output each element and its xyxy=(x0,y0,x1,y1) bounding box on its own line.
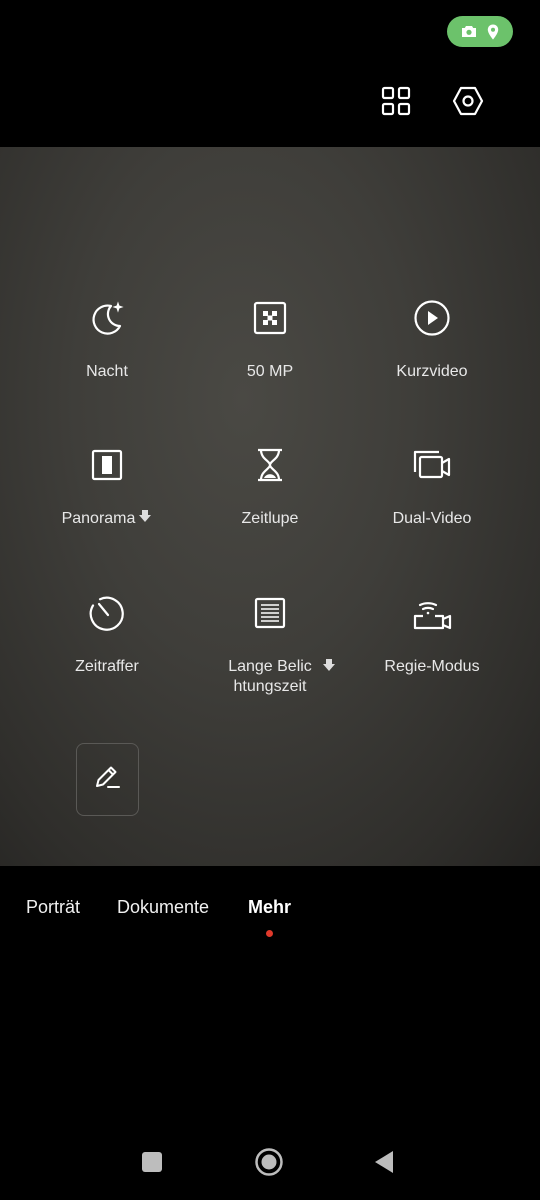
mode-director[interactable]: Regie-Modus xyxy=(342,591,522,677)
mode-label-line1: Lange Belic xyxy=(228,658,312,675)
director-mode-icon xyxy=(410,591,454,635)
pencil-icon xyxy=(93,762,123,797)
back-triangle-icon xyxy=(373,1149,395,1180)
camera-icon xyxy=(461,25,477,38)
grid-icon[interactable] xyxy=(376,81,416,121)
dual-video-icon xyxy=(410,443,454,487)
mode-label: Nacht xyxy=(86,363,128,380)
privacy-indicator xyxy=(447,16,513,47)
settings-hexagon-icon[interactable] xyxy=(448,81,488,121)
edit-modes-button[interactable] xyxy=(76,743,139,816)
home-button[interactable] xyxy=(251,1146,287,1182)
tab-more[interactable]: Mehr xyxy=(248,897,291,918)
hourglass-icon xyxy=(248,443,292,487)
night-moon-icon xyxy=(85,296,129,340)
mode-slow-motion[interactable]: Zeitlupe xyxy=(180,443,360,529)
play-circle-icon xyxy=(410,296,454,340)
mode-label: Kurzvideo xyxy=(396,363,468,380)
mode-night[interactable]: Nacht xyxy=(17,296,197,382)
mode-dual-video[interactable]: Dual-Video xyxy=(342,443,522,529)
mode-label: 50 MP xyxy=(246,363,294,380)
mode-label: Zeitraffer xyxy=(75,658,139,675)
mode-label: Dual-Video xyxy=(392,510,472,527)
panorama-icon xyxy=(85,443,129,487)
download-arrow-icon xyxy=(322,658,336,678)
recent-apps-button[interactable] xyxy=(136,1148,168,1180)
mode-panorama[interactable]: Panorama xyxy=(17,443,197,529)
long-exposure-icon xyxy=(248,591,292,635)
mode-50mp[interactable]: 50 MP xyxy=(180,296,360,382)
mode-long-exposure[interactable]: Lange Belic htungszeit xyxy=(180,591,360,697)
download-arrow-icon xyxy=(138,509,152,529)
50mp-icon xyxy=(248,296,292,340)
mode-timelapse[interactable]: Zeitraffer xyxy=(17,591,197,677)
active-tab-indicator xyxy=(266,930,273,937)
square-icon xyxy=(141,1151,163,1178)
timelapse-icon xyxy=(85,591,129,635)
mode-label: Panorama xyxy=(61,510,136,528)
mode-label: Zeitlupe xyxy=(241,510,299,527)
mode-short-video[interactable]: Kurzvideo xyxy=(342,296,522,382)
mode-label-line2: htungszeit xyxy=(233,678,307,695)
mode-label: Regie-Modus xyxy=(384,658,480,675)
home-circle-icon xyxy=(254,1147,284,1182)
tab-documents[interactable]: Dokumente xyxy=(117,897,209,918)
tab-portrait[interactable]: Porträt xyxy=(26,897,80,918)
back-button[interactable] xyxy=(368,1148,400,1180)
location-icon xyxy=(487,24,499,40)
